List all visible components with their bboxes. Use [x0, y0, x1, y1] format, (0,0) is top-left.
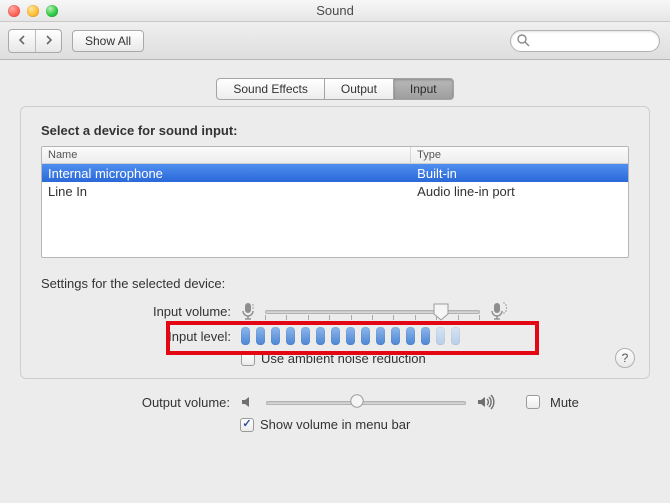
menubar-volume-checkbox[interactable] — [240, 418, 254, 432]
level-segment — [376, 327, 385, 345]
level-segment — [436, 327, 445, 345]
level-segment — [391, 327, 400, 345]
tab-input[interactable]: Input — [394, 78, 454, 100]
speaker-low-icon — [240, 394, 256, 410]
toolbar: Show All — [0, 22, 670, 60]
level-segment — [421, 327, 430, 345]
titlebar: Sound — [0, 0, 670, 22]
speaker-high-icon — [476, 394, 496, 410]
ambient-noise-row: Use ambient noise reduction — [241, 351, 629, 366]
level-segment — [271, 327, 280, 345]
footer: Output volume: Mute — [20, 393, 650, 432]
device-type: Audio line-in port — [411, 184, 628, 199]
device-row[interactable]: Internal microphone Built-in — [42, 164, 628, 182]
input-volume-row: Input volume: — [41, 301, 629, 321]
menubar-volume-label: Show volume in menu bar — [260, 417, 410, 432]
input-volume-label: Input volume: — [41, 304, 241, 319]
back-button[interactable] — [9, 30, 35, 52]
level-segment — [286, 327, 295, 345]
chevron-left-icon — [17, 35, 27, 45]
mute-checkbox[interactable] — [526, 395, 540, 409]
chevron-right-icon — [44, 35, 54, 45]
search-field-wrapper — [510, 30, 660, 52]
microphone-high-icon — [490, 301, 508, 321]
input-level-meter — [241, 327, 460, 345]
show-all-button[interactable]: Show All — [72, 30, 144, 52]
level-segment — [241, 327, 250, 345]
mute-label: Mute — [550, 395, 579, 410]
tab-output[interactable]: Output — [325, 78, 394, 100]
input-level-label: Input level: — [41, 329, 241, 344]
ambient-noise-label: Use ambient noise reduction — [261, 351, 426, 366]
device-table: Name Type Internal microphone Built-in L… — [41, 146, 629, 258]
microphone-low-icon — [241, 301, 255, 321]
device-name: Line In — [42, 184, 411, 199]
level-segment — [301, 327, 310, 345]
level-segment — [406, 327, 415, 345]
menubar-volume-row: Show volume in menu bar — [240, 417, 630, 432]
search-input[interactable] — [510, 30, 660, 52]
output-volume-slider[interactable] — [266, 393, 466, 411]
help-button[interactable]: ? — [615, 348, 635, 368]
search-icon — [517, 34, 530, 50]
level-segment — [331, 327, 340, 345]
content: Sound Effects Output Input Select a devi… — [0, 60, 670, 442]
device-type: Built-in — [411, 166, 628, 181]
level-segment — [316, 327, 325, 345]
tab-sound-effects[interactable]: Sound Effects — [216, 78, 325, 100]
output-volume-label: Output volume: — [40, 395, 240, 410]
ambient-noise-checkbox[interactable] — [241, 352, 255, 366]
level-segment — [361, 327, 370, 345]
device-settings-label: Settings for the selected device: — [41, 276, 629, 291]
forward-button[interactable] — [35, 30, 61, 52]
input-pane: Select a device for sound input: Name Ty… — [20, 106, 650, 379]
column-type[interactable]: Type — [411, 147, 628, 163]
output-volume-row: Output volume: Mute — [40, 393, 630, 411]
level-segment — [346, 327, 355, 345]
device-select-label: Select a device for sound input: — [41, 123, 629, 138]
level-segment — [451, 327, 460, 345]
device-row[interactable]: Line In Audio line-in port — [42, 182, 628, 200]
column-name[interactable]: Name — [42, 147, 411, 163]
level-segment — [256, 327, 265, 345]
tab-bar: Sound Effects Output Input — [20, 78, 650, 100]
device-name: Internal microphone — [42, 166, 411, 181]
window-title: Sound — [0, 3, 670, 18]
input-volume-slider[interactable] — [265, 302, 480, 320]
device-table-header: Name Type — [42, 147, 628, 164]
nav-segment — [8, 29, 62, 53]
input-level-row: Input level: — [41, 327, 629, 345]
